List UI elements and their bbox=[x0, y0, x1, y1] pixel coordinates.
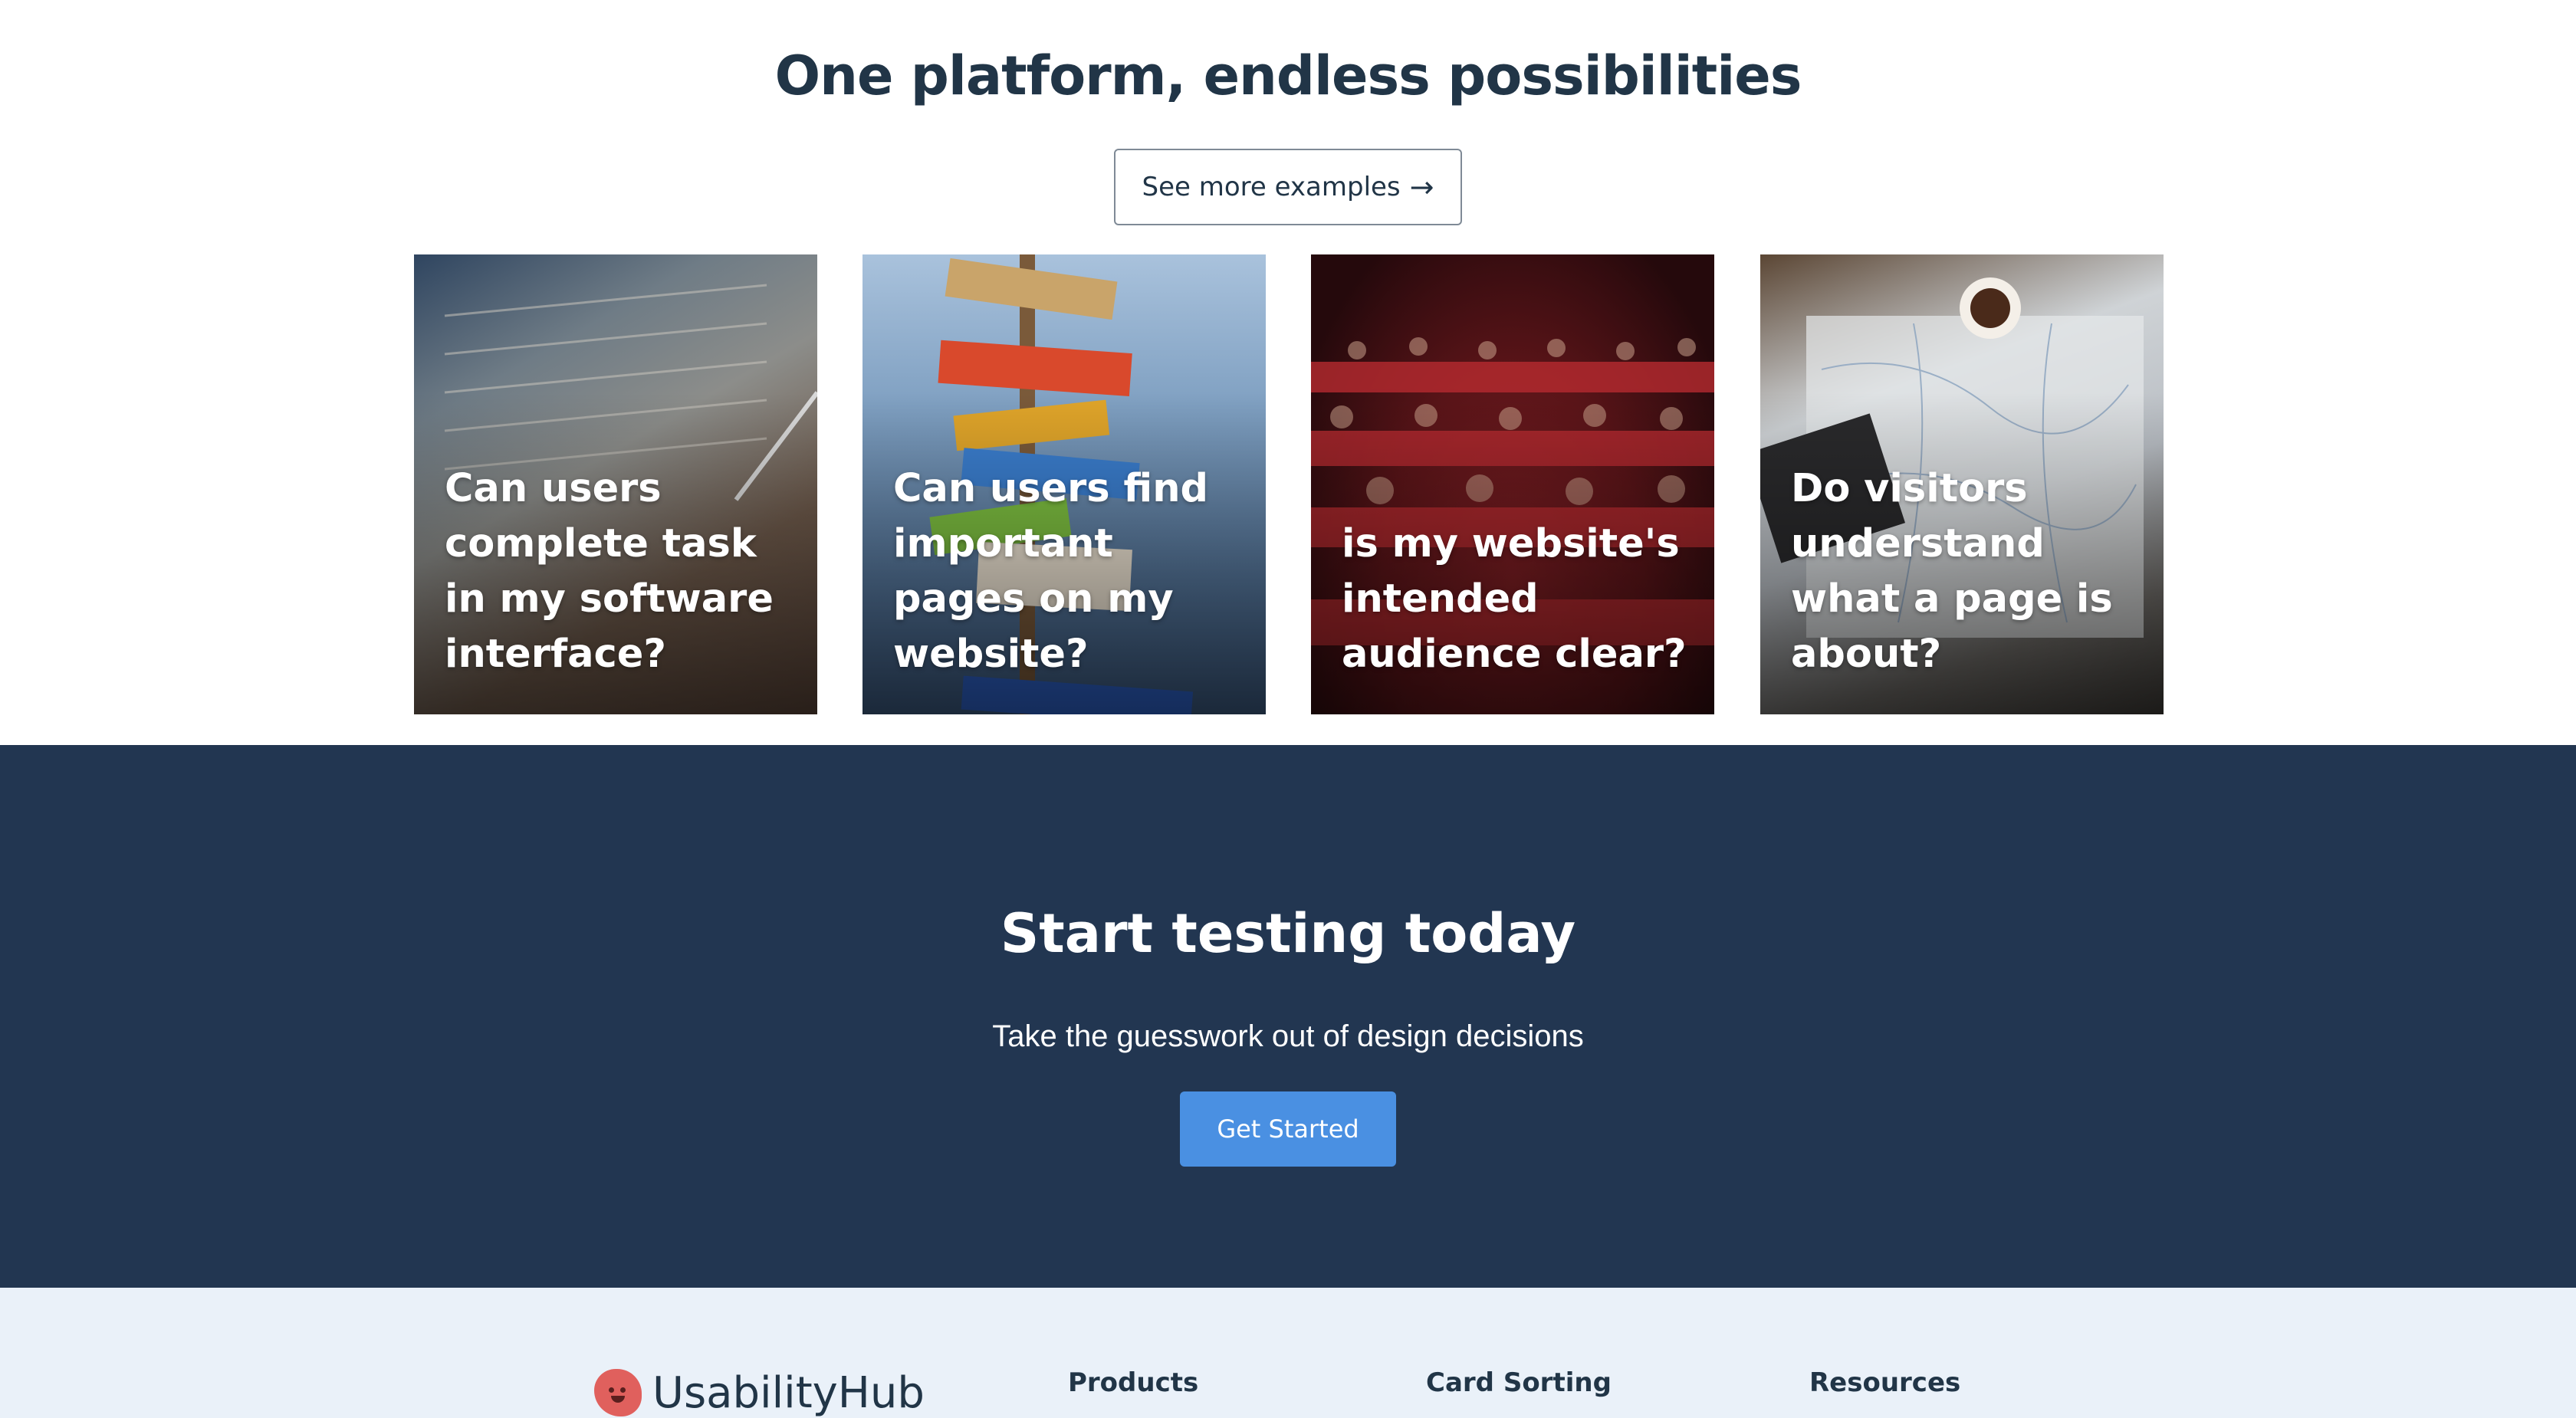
see-more-examples-button[interactable]: See more examples → bbox=[1114, 149, 1462, 225]
example-card-software-task[interactable]: Can users complete task in my software i… bbox=[414, 254, 817, 714]
example-card-audience[interactable]: is my website's intended audience clear? bbox=[1311, 254, 1714, 714]
footer-heading-card-sorting: Card Sorting bbox=[1426, 1367, 1612, 1398]
example-cards: Can users complete task in my software i… bbox=[414, 254, 2164, 714]
logo-text: UsabilityHub bbox=[652, 1367, 925, 1418]
examples-heading: One platform, endless possibilities bbox=[774, 44, 1802, 107]
usabilityhub-logo[interactable]: UsabilityHub bbox=[594, 1366, 925, 1418]
cta-heading: Start testing today bbox=[1000, 902, 1576, 965]
card-title: is my website's intended audience clear? bbox=[1342, 521, 1687, 677]
examples-section: One platform, endless possibilities See … bbox=[0, 0, 2576, 745]
card-title: Can users find important pages on my web… bbox=[893, 466, 1209, 677]
card-title: Can users complete task in my software i… bbox=[445, 466, 774, 677]
get-started-button[interactable]: Get Started bbox=[1180, 1091, 1396, 1167]
example-card-page-purpose[interactable]: Do visitors understand what a page is ab… bbox=[1760, 254, 2164, 714]
footer: UsabilityHub Products Card Sorting Resou… bbox=[0, 1288, 2576, 1418]
arrow-right-icon: → bbox=[1409, 170, 1434, 204]
card-title: Do visitors understand what a page is ab… bbox=[1791, 466, 2113, 677]
example-card-find-pages[interactable]: Can users find important pages on my web… bbox=[863, 254, 1266, 714]
logo-face-icon bbox=[594, 1369, 642, 1416]
footer-heading-resources: Resources bbox=[1809, 1367, 1961, 1398]
footer-heading-products: Products bbox=[1068, 1367, 1199, 1398]
see-more-examples-label: See more examples bbox=[1142, 172, 1401, 202]
cta-section: Start testing today Take the guesswork o… bbox=[0, 745, 2576, 1288]
cta-subheading: Take the guesswork out of design decisio… bbox=[992, 1019, 1584, 1053]
